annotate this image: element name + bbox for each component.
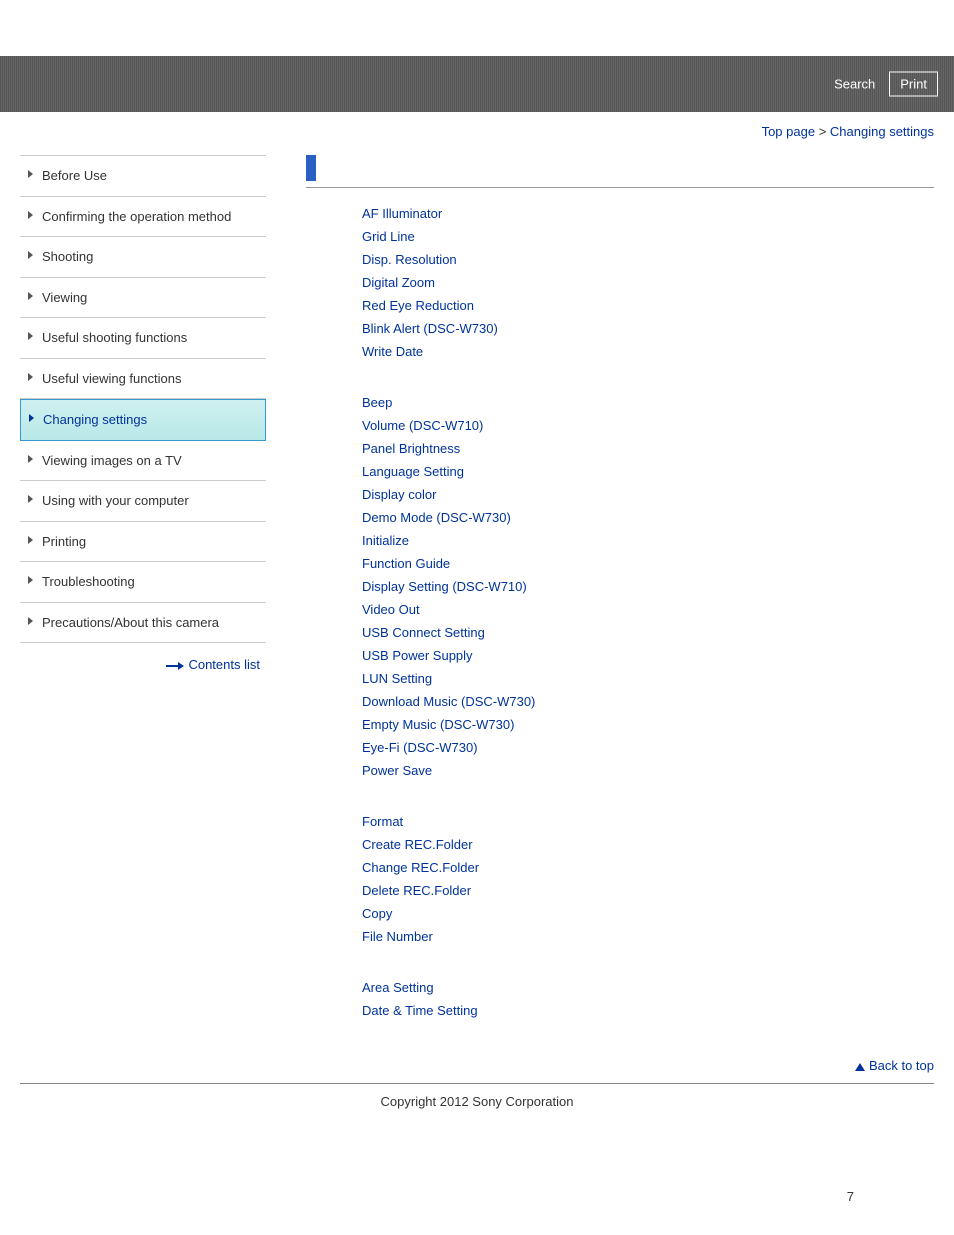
sidebar-list: Before Use Confirming the operation meth… bbox=[20, 155, 266, 643]
settings-link[interactable]: Blink Alert (DSC-W730) bbox=[362, 317, 934, 340]
settings-link[interactable]: Power Save bbox=[362, 759, 934, 782]
print-button[interactable]: Print bbox=[889, 72, 938, 97]
sidebar: Before Use Confirming the operation meth… bbox=[20, 155, 266, 672]
sidebar-item[interactable]: Useful viewing functions bbox=[20, 359, 266, 400]
settings-link[interactable]: Area Setting bbox=[362, 976, 934, 999]
settings-link[interactable]: File Number bbox=[362, 925, 934, 948]
settings-link[interactable]: Volume (DSC-W710) bbox=[362, 414, 934, 437]
settings-link[interactable]: Copy bbox=[362, 902, 934, 925]
settings-link[interactable]: USB Power Supply bbox=[362, 644, 934, 667]
back-to-top-label: Back to top bbox=[869, 1058, 934, 1073]
settings-link[interactable]: Red Eye Reduction bbox=[362, 294, 934, 317]
main-content: AF Illuminator Grid Line Disp. Resolutio… bbox=[266, 155, 934, 1050]
settings-link[interactable]: Download Music (DSC-W730) bbox=[362, 690, 934, 713]
settings-link[interactable]: Display color bbox=[362, 483, 934, 506]
section-main-settings: Beep Volume (DSC-W710) Panel Brightness … bbox=[306, 391, 934, 782]
section-memory-tool: Format Create REC.Folder Change REC.Fold… bbox=[306, 810, 934, 948]
sidebar-item[interactable]: Viewing images on a TV bbox=[20, 441, 266, 482]
page-number: 7 bbox=[0, 1139, 954, 1234]
settings-link[interactable]: Empty Music (DSC-W730) bbox=[362, 713, 934, 736]
settings-link[interactable]: Eye-Fi (DSC-W730) bbox=[362, 736, 934, 759]
settings-link[interactable]: Initialize bbox=[362, 529, 934, 552]
settings-link[interactable]: Change REC.Folder bbox=[362, 856, 934, 879]
sidebar-item[interactable]: Printing bbox=[20, 522, 266, 563]
copyright-text: Copyright 2012 Sony Corporation bbox=[0, 1084, 954, 1139]
sidebar-item[interactable]: Shooting bbox=[20, 237, 266, 278]
settings-link[interactable]: Date & Time Setting bbox=[362, 999, 934, 1022]
settings-link[interactable]: Display Setting (DSC-W710) bbox=[362, 575, 934, 598]
sidebar-item[interactable]: Troubleshooting bbox=[20, 562, 266, 603]
settings-link[interactable]: Write Date bbox=[362, 340, 934, 363]
breadcrumb-current: Changing settings bbox=[830, 124, 934, 139]
back-to-top-row: Back to top bbox=[0, 1050, 954, 1083]
search-button[interactable]: Search bbox=[828, 73, 881, 96]
header-actions: Search Print bbox=[828, 72, 938, 97]
sidebar-item[interactable]: Using with your computer bbox=[20, 481, 266, 522]
sidebar-item[interactable]: Precautions/About this camera bbox=[20, 603, 266, 644]
breadcrumb-separator: > bbox=[819, 124, 827, 139]
back-to-top-link[interactable]: Back to top bbox=[855, 1058, 934, 1073]
settings-link[interactable]: Function Guide bbox=[362, 552, 934, 575]
settings-link[interactable]: Demo Mode (DSC-W730) bbox=[362, 506, 934, 529]
sidebar-item[interactable]: Before Use bbox=[20, 156, 266, 197]
settings-link[interactable]: USB Connect Setting bbox=[362, 621, 934, 644]
arrow-right-icon bbox=[166, 663, 184, 669]
section-shooting-settings: AF Illuminator Grid Line Disp. Resolutio… bbox=[306, 202, 934, 363]
sidebar-item[interactable]: Useful shooting functions bbox=[20, 318, 266, 359]
sidebar-item-active[interactable]: Changing settings bbox=[20, 399, 266, 441]
header-band: Search Print bbox=[0, 56, 954, 112]
title-accent-bar bbox=[306, 155, 316, 181]
settings-link[interactable]: Beep bbox=[362, 391, 934, 414]
settings-link[interactable]: Video Out bbox=[362, 598, 934, 621]
settings-link[interactable]: Digital Zoom bbox=[362, 271, 934, 294]
sidebar-item[interactable]: Confirming the operation method bbox=[20, 197, 266, 238]
triangle-up-icon bbox=[855, 1063, 865, 1071]
breadcrumb: Top page > Changing settings bbox=[0, 112, 954, 155]
settings-link[interactable]: Format bbox=[362, 810, 934, 833]
settings-link[interactable]: Create REC.Folder bbox=[362, 833, 934, 856]
contents-list-link[interactable]: Contents list bbox=[166, 657, 260, 672]
settings-link[interactable]: Disp. Resolution bbox=[362, 248, 934, 271]
settings-link[interactable]: Delete REC.Folder bbox=[362, 879, 934, 902]
settings-link[interactable]: AF Illuminator bbox=[362, 202, 934, 225]
settings-link[interactable]: LUN Setting bbox=[362, 667, 934, 690]
breadcrumb-top-link[interactable]: Top page bbox=[762, 124, 816, 139]
contents-list-label: Contents list bbox=[188, 657, 260, 672]
contents-list-row: Contents list bbox=[20, 643, 266, 672]
section-clock-settings: Area Setting Date & Time Setting bbox=[306, 976, 934, 1022]
settings-link[interactable]: Grid Line bbox=[362, 225, 934, 248]
page-title-row bbox=[306, 155, 934, 188]
sidebar-item[interactable]: Viewing bbox=[20, 278, 266, 319]
settings-link[interactable]: Panel Brightness bbox=[362, 437, 934, 460]
settings-link[interactable]: Language Setting bbox=[362, 460, 934, 483]
